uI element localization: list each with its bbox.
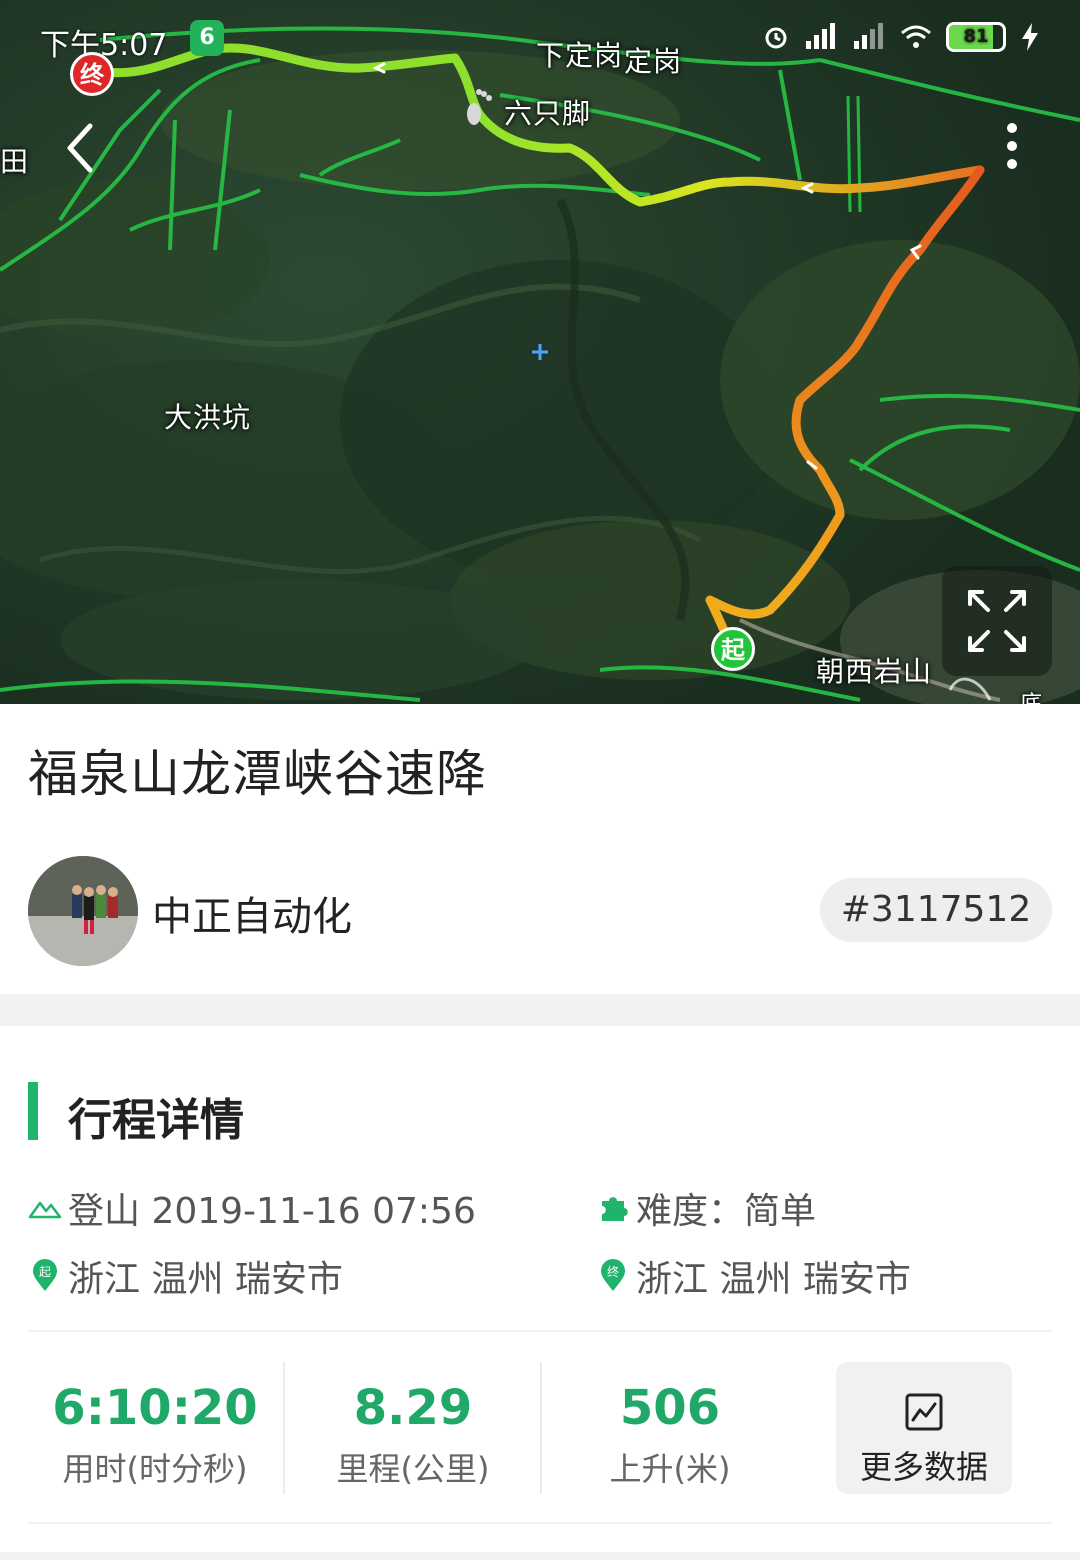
battery-icon: 81 bbox=[946, 22, 1006, 52]
section-accent-bar bbox=[28, 1082, 38, 1140]
more-data-label: 更多数据 bbox=[859, 1448, 988, 1486]
battery-level: 81 bbox=[963, 26, 989, 47]
stat-distance: 8.29 里程(公里) bbox=[284, 1380, 542, 1490]
stat-duration: 6:10:20 用时(时分秒) bbox=[26, 1380, 284, 1490]
line-chart-icon bbox=[836, 1392, 1012, 1436]
activity-text: 登山 2019-11-16 07:56 bbox=[68, 1191, 476, 1232]
map-place-label: 田 bbox=[0, 145, 30, 178]
signal-icon bbox=[804, 23, 838, 51]
map-place-label: 六只脚 bbox=[504, 97, 592, 130]
end-pin-icon: 终 bbox=[596, 1259, 630, 1293]
map-place-label: 定岗 bbox=[624, 45, 683, 78]
difficulty-info: 难度：简单 bbox=[596, 1182, 816, 1234]
author-row[interactable]: 中正自动化 #3117512 bbox=[28, 856, 1052, 966]
stat-label: 上升(米) bbox=[609, 1450, 731, 1488]
map-place-label: 底 bbox=[1020, 686, 1043, 704]
section-title: 行程详情 bbox=[68, 1095, 244, 1146]
section-divider bbox=[0, 994, 1080, 1026]
stat-label: 里程(公里) bbox=[336, 1450, 490, 1488]
avatar-photo bbox=[28, 856, 138, 966]
end-location-text: 浙江 温州 瑞安市 bbox=[636, 1259, 911, 1300]
wifi-icon bbox=[900, 23, 932, 51]
svg-text:终: 终 bbox=[607, 1264, 619, 1279]
chevron-left-icon bbox=[67, 123, 93, 173]
start-pin-icon: 起 bbox=[28, 1259, 62, 1293]
activity-info: 登山 2019-11-16 07:56 bbox=[28, 1182, 476, 1234]
signal-2-icon bbox=[852, 23, 886, 51]
puzzle-icon bbox=[596, 1191, 630, 1225]
end-location-info: 终 浙江 温州 瑞安市 bbox=[596, 1250, 911, 1302]
more-options-button[interactable] bbox=[984, 112, 1040, 182]
bottom-band bbox=[0, 1552, 1080, 1560]
start-location-info: 起 浙江 温州 瑞安市 bbox=[28, 1250, 343, 1302]
stat-value: 8.29 bbox=[353, 1380, 473, 1436]
difficulty-text: 难度：简单 bbox=[636, 1191, 817, 1232]
back-button[interactable] bbox=[58, 118, 104, 178]
stat-ascent: 506 上升(米) bbox=[541, 1380, 799, 1490]
start-location-text: 浙江 温州 瑞安市 bbox=[68, 1259, 343, 1300]
charging-icon bbox=[1020, 23, 1040, 51]
fullscreen-button[interactable] bbox=[942, 566, 1052, 676]
bottom-divider bbox=[28, 1522, 1052, 1524]
stat-label: 用时(时分秒) bbox=[62, 1450, 248, 1488]
alarm-icon bbox=[762, 23, 790, 51]
more-data-button[interactable]: 更多数据 bbox=[836, 1362, 1012, 1494]
more-vertical-icon bbox=[1007, 123, 1017, 169]
expand-icon bbox=[968, 590, 1026, 652]
footprint-icon bbox=[462, 88, 496, 130]
author-name[interactable]: 中正自动化 bbox=[152, 884, 352, 942]
avatar[interactable] bbox=[28, 856, 138, 966]
svg-text:起: 起 bbox=[39, 1265, 51, 1279]
status-icons: 81 bbox=[762, 22, 1040, 52]
route-map[interactable]: 下午5:07 81 6 下定岗 定岗 六只脚 大洪坑 朝西岩山 田 终 起 bbox=[0, 0, 1080, 704]
map-place-label: 大洪坑 bbox=[164, 401, 252, 434]
start-marker[interactable]: 起 bbox=[711, 627, 755, 671]
details-divider bbox=[28, 1330, 1052, 1332]
track-title: 福泉山龙潭峡谷速降 bbox=[28, 745, 487, 803]
app-notification-icon: 6 bbox=[190, 20, 224, 56]
stat-value: 6:10:20 bbox=[52, 1380, 258, 1436]
mountain-icon bbox=[28, 1191, 62, 1225]
map-place-label: 朝西岩山 bbox=[816, 655, 933, 688]
map-place-label: 下定岗 bbox=[536, 39, 624, 72]
end-marker[interactable]: 终 bbox=[70, 52, 114, 96]
stat-value: 506 bbox=[619, 1380, 721, 1436]
track-id-badge: #3117512 bbox=[820, 878, 1052, 942]
